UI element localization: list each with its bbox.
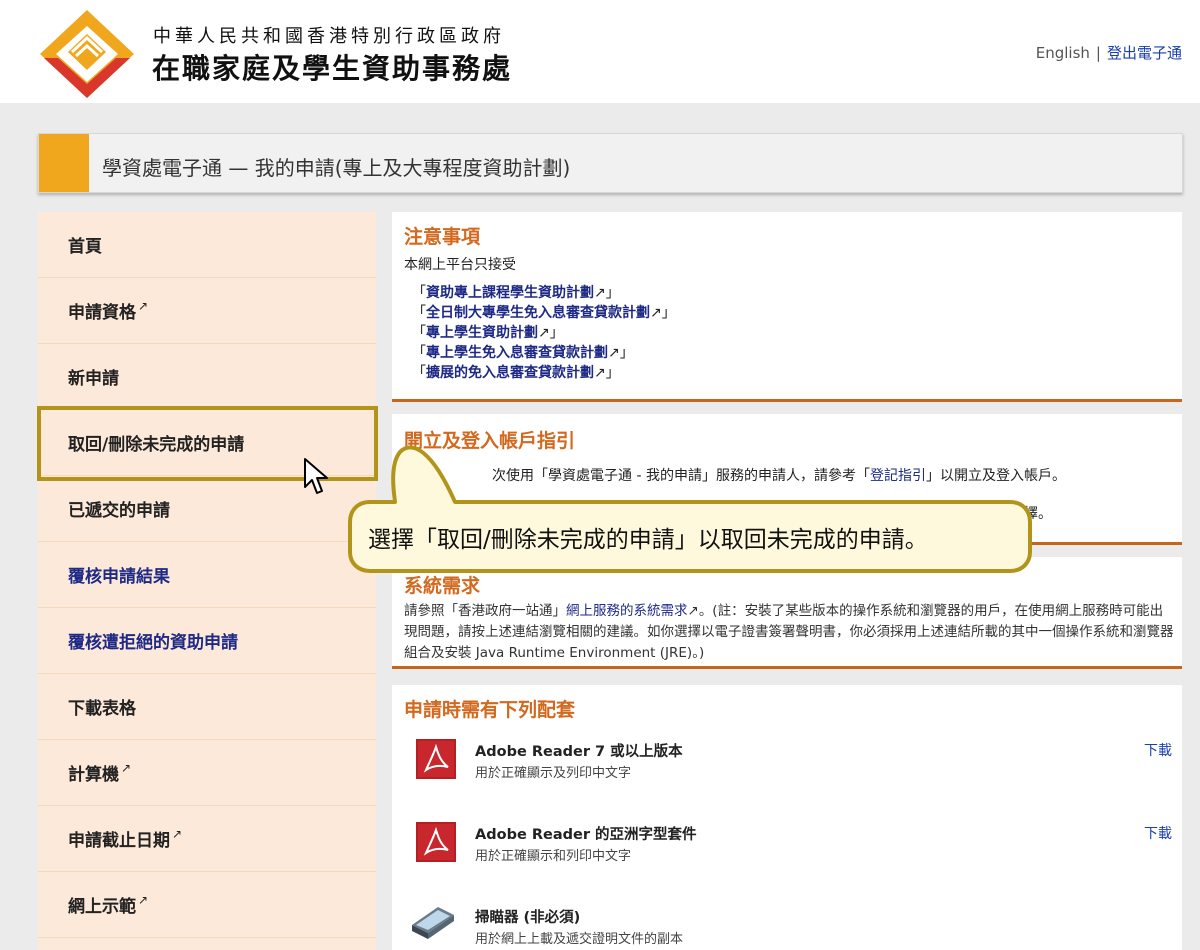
scheme-link[interactable]: 專上學生免入息審查貸款計劃: [426, 345, 608, 361]
software-desc: 用於網上上載及遞交證明文件的副本: [475, 932, 684, 947]
external-link-icon: ↗: [138, 892, 149, 907]
title-accent-block: [39, 134, 89, 192]
software-name: Adobe Reader 的亞洲字型套件: [475, 827, 697, 843]
notice-panel: 注意事項 本網上平台只接受 「資助專上課程學生資助計劃↗」 「全日制大專學生免入…: [392, 212, 1182, 402]
logout-link[interactable]: 登出電子通: [1107, 44, 1182, 62]
org-title: 在職家庭及學生資助事務處: [152, 52, 513, 85]
sidebar-item-label: 首頁: [68, 237, 102, 257]
sidebar-item-label: 申請截止日期: [68, 831, 170, 851]
wfsfaa-logo[interactable]: [38, 8, 136, 98]
account-guide-text-2: 擇。: [1024, 506, 1052, 522]
sidebar-item-deadline[interactable]: 申請截止日期 ↗: [38, 806, 376, 872]
scheme-link[interactable]: 全日制大專學生免入息審查貸款計劃: [426, 305, 650, 321]
sidebar-item-label: 申請資格: [68, 303, 136, 323]
adobe-reader-icon: [416, 822, 456, 862]
sidebar-item-review-rejected[interactable]: 覆核遭拒絕的資助申請: [38, 608, 376, 674]
sidebar-nav: 首頁 申請資格 ↗ 新申請 取回/刪除未完成的申請 已遞交的申請 覆核申請結果 覆…: [38, 212, 376, 950]
registration-guide-link[interactable]: 登記指引: [870, 468, 926, 484]
account-guide-panel: 開立及登入帳戶指引 次使用「學資處電子通 - 我的申請」服務的申請人，請參考「登…: [392, 414, 1182, 545]
download-link[interactable]: 下載: [1144, 823, 1172, 843]
sidebar-item-label: 網上示範: [68, 897, 136, 917]
system-requirements-heading: 系統需求: [404, 575, 481, 597]
sidebar-item-eligibility[interactable]: 申請資格 ↗: [38, 278, 376, 344]
sidebar-item-label: 已遞交的申請: [68, 501, 170, 521]
software-desc: 用於正確顯示及列印中文字: [475, 766, 632, 781]
top-links: English | 登出電子通: [1036, 42, 1182, 63]
system-requirements-panel: 系統需求 請參照「香港政府一站通」網上服務的系統需求↗。(註：安裝了某些版本的操…: [392, 557, 1182, 669]
scheme-link[interactable]: 專上學生資助計劃: [426, 325, 538, 341]
english-link[interactable]: English: [1036, 44, 1090, 62]
org-subtitle: 中華人民共和國香港特別行政區政府: [153, 26, 505, 47]
external-link-icon: ↗: [687, 603, 699, 619]
page-title-bar: 學資處電子通 — 我的申請(專上及大專程度資助計劃): [38, 133, 1183, 193]
site-header: 中華人民共和國香港特別行政區政府 在職家庭及學生資助事務處 English | 登出…: [0, 0, 1200, 103]
required-software-panel: 申請時需有下列配套 Adobe Reader 7 或以上版本 用於正確顯示及列印…: [392, 685, 1182, 950]
scheme-link[interactable]: 擴展的免入息審查貸款計劃: [426, 365, 594, 381]
scheme-link[interactable]: 資助專上課程學生資助計劃: [426, 285, 594, 301]
account-guide-text: 次使用「學資處電子通 - 我的申請」服務的申請人，請參考「登記指引」以開立及登入…: [492, 468, 1066, 484]
page-title: 學資處電子通 — 我的申請(專上及大專程度資助計劃): [102, 156, 571, 180]
sidebar-item-label: 計算機: [68, 765, 119, 785]
software-desc: 用於正確顯示和列印中文字: [475, 849, 632, 864]
external-link-icon: ↗: [172, 826, 183, 841]
sidebar-item-label: 下載表格: [68, 699, 136, 719]
software-name: Adobe Reader 7 或以上版本: [475, 744, 683, 760]
scheme-link-list: 「資助專上課程學生資助計劃↗」 「全日制大專學生免入息審查貸款計劃↗」 「專上學…: [412, 285, 676, 381]
sidebar-item-label: 覆核遭拒絕的資助申請: [68, 633, 238, 653]
external-link-icon: ↗: [138, 298, 149, 313]
scanner-icon: [412, 907, 454, 939]
link-separator: |: [1095, 44, 1101, 62]
software-row: Adobe Reader 7 或以上版本 用於正確顯示及列印中文字 下載: [412, 735, 1172, 795]
account-guide-heading: 開立及登入帳戶指引: [404, 430, 576, 452]
download-link[interactable]: 下載: [1144, 740, 1172, 760]
required-software-heading: 申請時需有下列配套: [404, 699, 576, 721]
software-row: 掃瞄器 (非必須) 用於網上上載及遞交證明文件的副本: [412, 901, 1172, 950]
notice-intro: 本網上平台只接受: [404, 257, 516, 273]
software-name: 掃瞄器 (非必須): [475, 910, 581, 926]
sidebar-item-online-demo[interactable]: 網上示範 ↗: [38, 872, 376, 938]
sidebar-item-review-result[interactable]: 覆核申請結果: [38, 542, 376, 608]
system-requirements-link[interactable]: 網上服務的系統需求: [566, 603, 688, 619]
sidebar-item-home[interactable]: 首頁: [38, 212, 376, 278]
software-row: Adobe Reader 的亞洲字型套件 用於正確顯示和列印中文字 下載: [412, 818, 1172, 878]
sidebar-item-calculator[interactable]: 計算機 ↗: [38, 740, 376, 806]
sidebar-item-new-application[interactable]: 新申請: [38, 344, 376, 410]
sidebar-item-label: 覆核申請結果: [68, 567, 170, 587]
mouse-cursor-icon: [304, 458, 328, 494]
system-requirements-text: 請參照「香港政府一站通」網上服務的系統需求↗。(註：安裝了某些版本的操作系統和瀏…: [404, 603, 1174, 661]
notice-heading: 注意事項: [404, 226, 481, 248]
adobe-reader-icon: [416, 739, 456, 779]
sidebar-item-label: 新申請: [68, 369, 119, 389]
external-link-icon: ↗: [121, 760, 132, 775]
sidebar-item-download-forms[interactable]: 下載表格: [38, 674, 376, 740]
